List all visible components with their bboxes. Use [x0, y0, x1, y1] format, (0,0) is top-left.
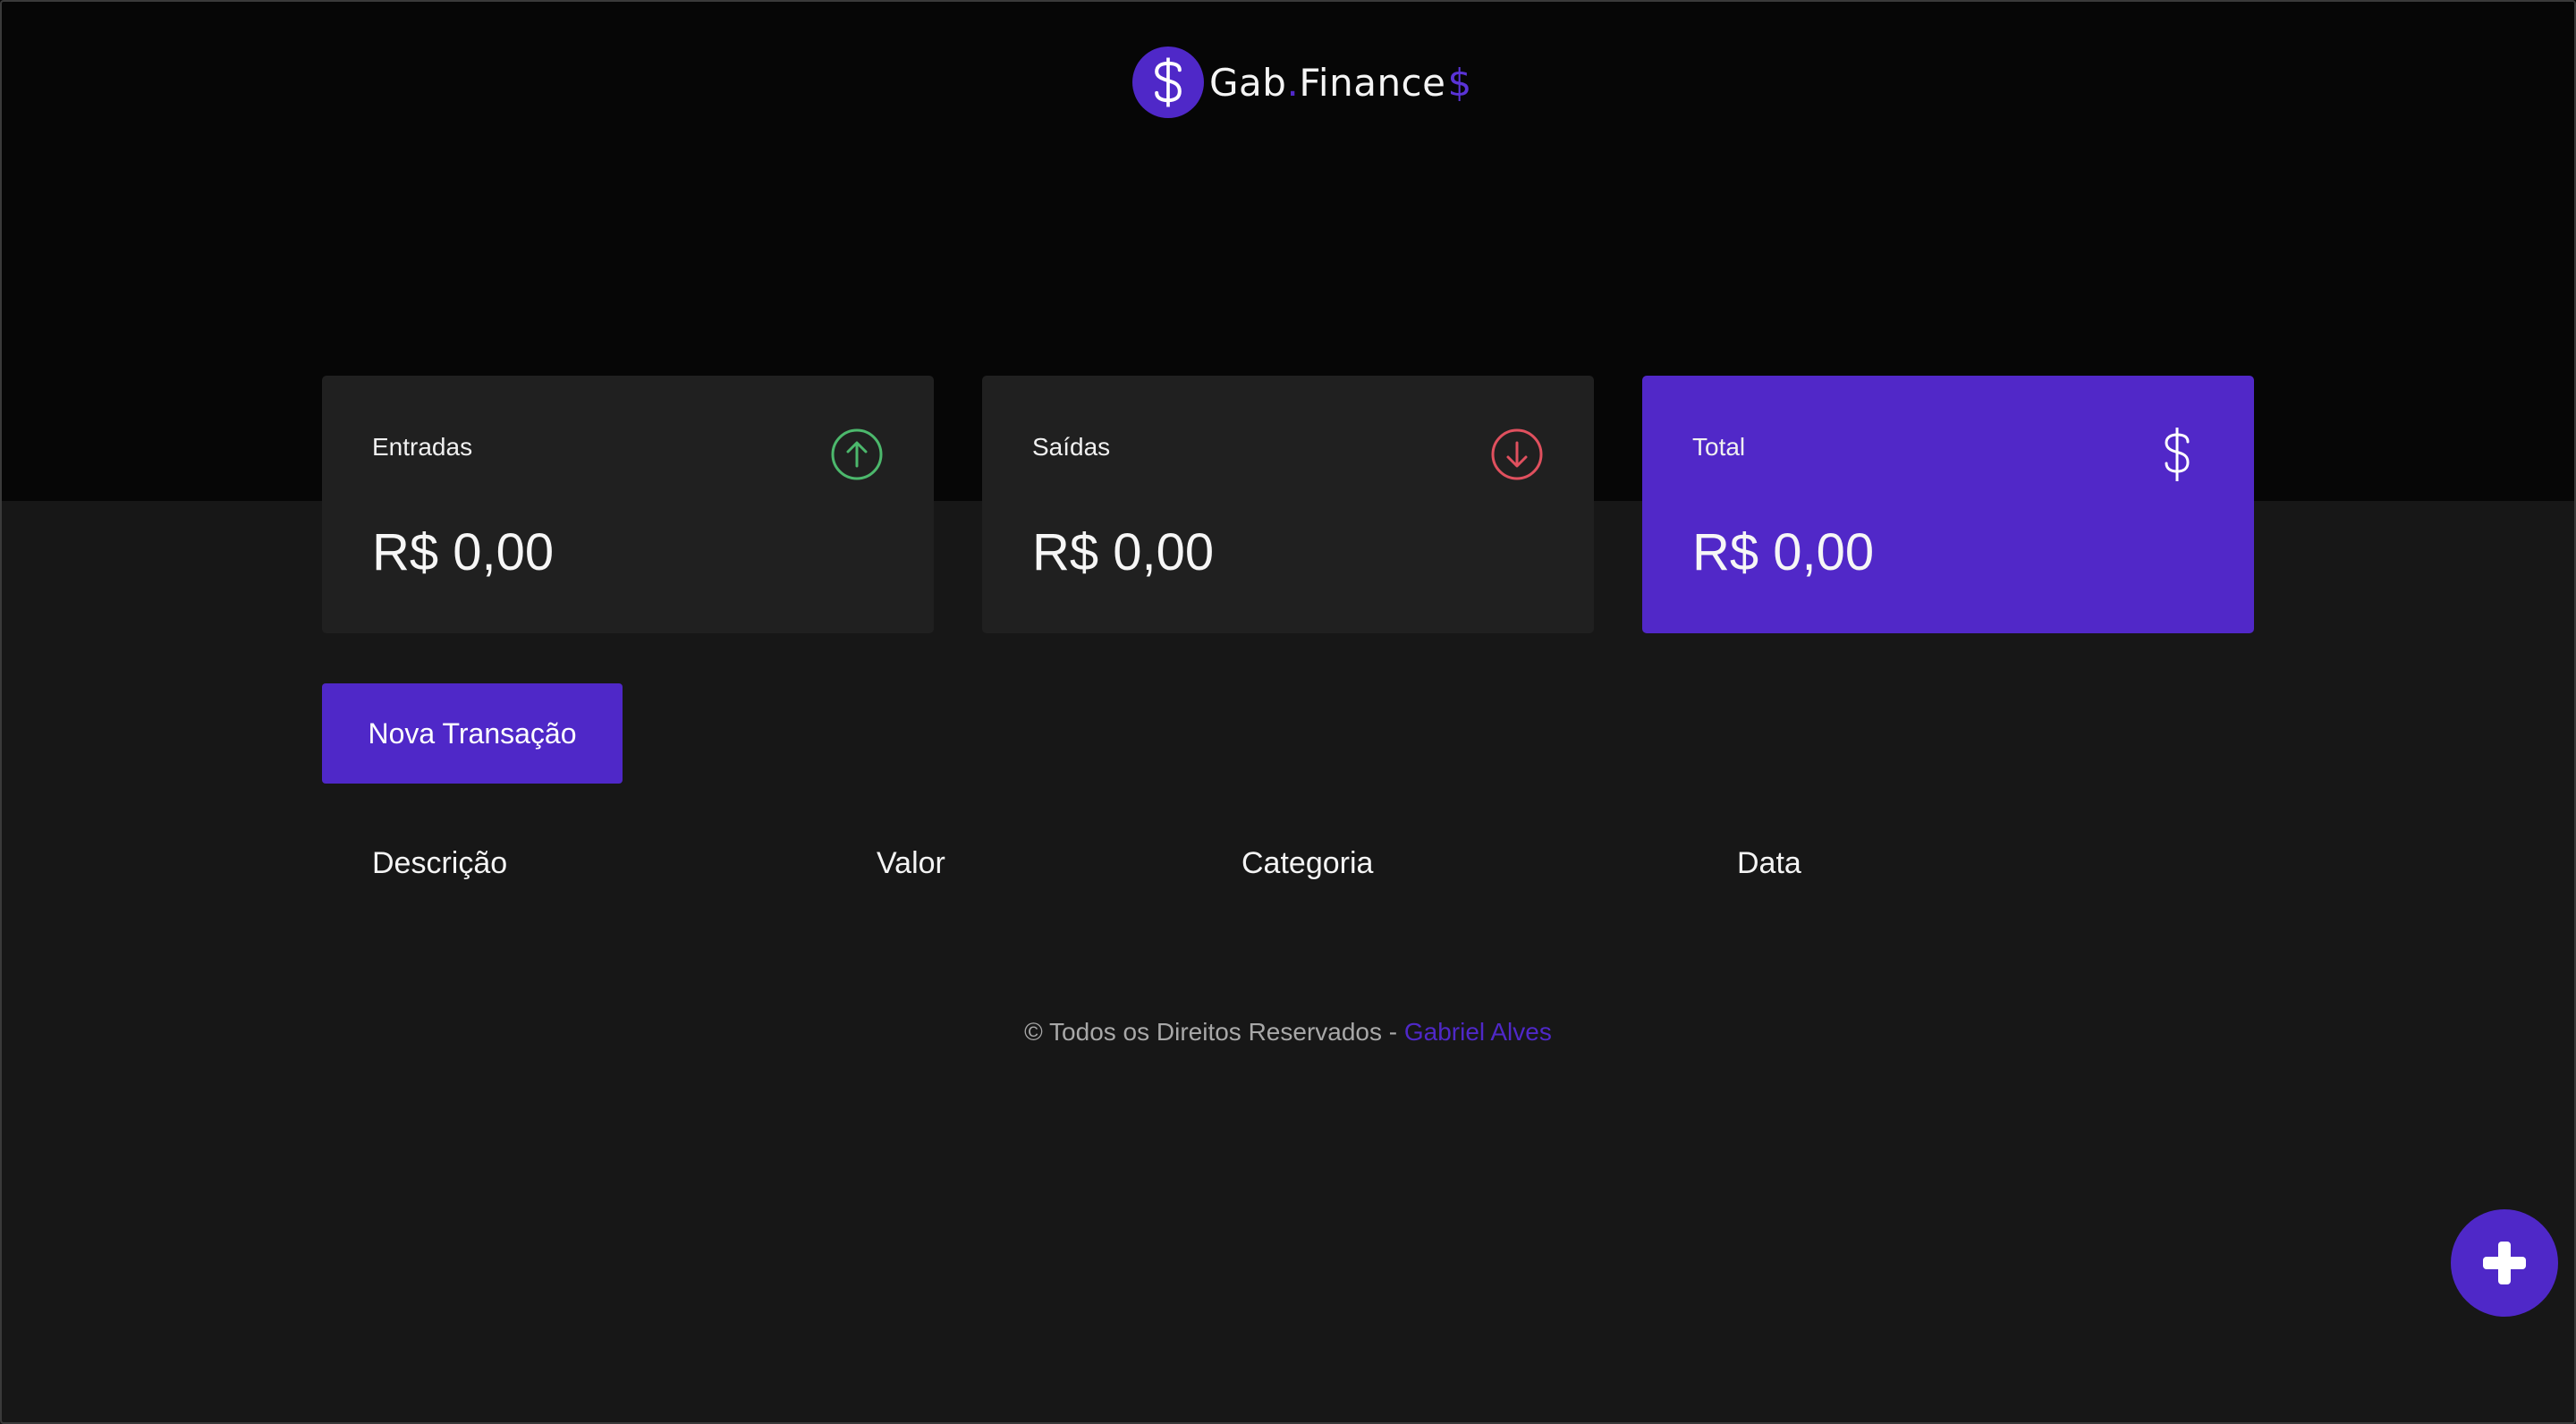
app-logo[interactable]: Gab. Finance $: [1132, 47, 1472, 118]
transactions-table-header: Descrição Valor Categoria Data: [322, 846, 2254, 882]
arrow-down-circle-icon: [1491, 428, 1543, 480]
column-header-category: Categoria: [1241, 846, 1374, 880]
column-header-value: Valor: [877, 846, 945, 880]
footer-author-link[interactable]: Gabriel Alves: [1404, 1018, 1552, 1046]
plus-icon: [2483, 1242, 2526, 1284]
logo-wordmark: Gab. Finance $: [1209, 61, 1472, 105]
expense-card-title: Saídas: [1032, 433, 1111, 461]
new-transaction-button[interactable]: Nova Transação: [322, 683, 623, 784]
column-header-description: Descrição: [372, 846, 508, 880]
expense-card: Saídas R$ 0,00: [982, 376, 1594, 633]
total-card: Total R$ 0,00: [1642, 376, 2254, 633]
income-card-value: R$ 0,00: [372, 523, 555, 581]
income-card-title: Entradas: [372, 433, 473, 461]
logo-text-dot: .: [1286, 60, 1300, 105]
dollar-badge-icon: [1132, 47, 1204, 118]
total-card-title: Total: [1692, 433, 1746, 461]
logo-text-symbol: $: [1447, 60, 1472, 105]
expense-card-value: R$ 0,00: [1032, 523, 1215, 581]
income-card: Entradas R$ 0,00: [322, 376, 934, 633]
arrow-up-circle-icon: [831, 428, 883, 480]
logo-text-brand: Finance: [1299, 60, 1446, 105]
footer-text: © Todos os Direitos Reservados -: [1024, 1018, 1404, 1046]
logo-text-main: Gab: [1209, 60, 1287, 105]
footer: © Todos os Direitos Reservados - Gabriel…: [0, 1018, 2576, 1047]
total-card-value: R$ 0,00: [1692, 523, 1875, 581]
add-transaction-fab[interactable]: [2451, 1209, 2558, 1317]
dollar-icon: [2165, 428, 2190, 481]
column-header-date: Data: [1737, 846, 1801, 880]
